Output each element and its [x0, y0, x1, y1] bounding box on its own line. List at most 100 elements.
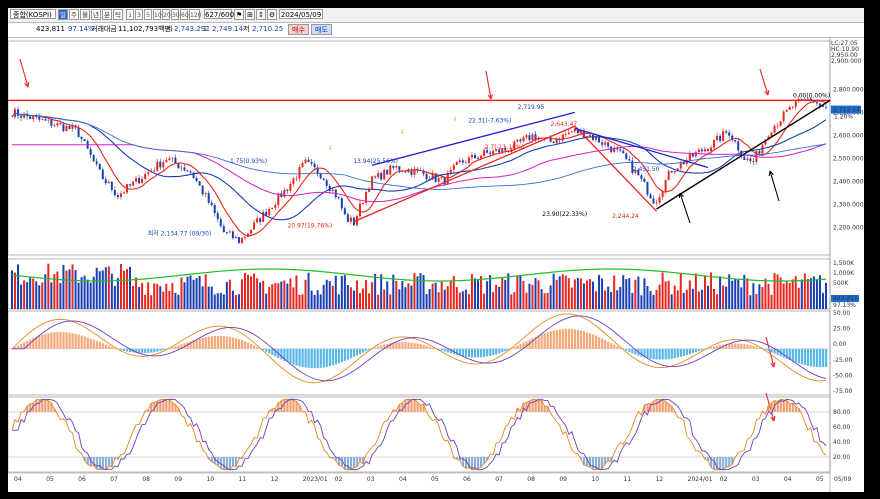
period-tab-4[interactable]: 분: [102, 9, 112, 20]
candle-body: [322, 178, 325, 181]
macd-hist: [286, 348, 289, 363]
candle-body: [310, 161, 313, 164]
macd-hist: [588, 333, 592, 349]
count-input[interactable]: 627/600: [204, 9, 234, 19]
volume-bar: [129, 266, 132, 309]
stoch-fill: [652, 401, 655, 412]
buy-button[interactable]: 매수: [288, 24, 309, 35]
macd-hist: [295, 348, 298, 366]
amount-label: 거래대금: [91, 25, 117, 33]
volume-bar: [740, 287, 743, 309]
volume-bar: [301, 294, 304, 309]
interval-button-10[interactable]: 10: [153, 9, 162, 20]
candle-body: [177, 163, 180, 169]
candle-body: [29, 116, 32, 120]
candle-body: [210, 202, 213, 206]
x-tick-3: 07: [110, 476, 118, 483]
stoch-fill: [788, 404, 791, 412]
x-tick-23: 03: [752, 476, 760, 483]
period-tab-3[interactable]: 년: [91, 9, 101, 20]
candle-body: [643, 178, 646, 182]
period-tab-2[interactable]: 월: [80, 9, 90, 20]
volume-bar: [628, 278, 631, 309]
volume-bar: [331, 285, 334, 309]
volume-bar: [764, 278, 767, 309]
candle-body: [225, 232, 228, 233]
interval-button-5[interactable]: 5: [144, 9, 152, 20]
interval-button-1[interactable]: 1: [126, 9, 134, 20]
macd-hist: [107, 345, 111, 349]
candle-body: [552, 141, 555, 144]
volume-bar: [59, 283, 62, 309]
period-tab-5[interactable]: 틱: [113, 9, 123, 20]
volume-bar: [483, 293, 486, 309]
volume-bar: [346, 285, 349, 309]
macd-hist: [797, 348, 800, 364]
volume-bar: [522, 280, 525, 309]
amount-value: 11,102,793백만: [118, 25, 171, 33]
macd-hist: [812, 348, 816, 367]
candle-body: [59, 123, 62, 125]
volume-bar: [213, 294, 216, 309]
period-tab-0[interactable]: 일: [58, 9, 68, 20]
volume-bar: [582, 283, 585, 309]
candle-body: [607, 142, 610, 147]
volume-bar: [50, 282, 53, 309]
date-input[interactable]: 2024/05/09: [279, 9, 323, 19]
interval-button-30[interactable]: 30: [171, 9, 180, 20]
volume-bar: [694, 273, 697, 309]
macd-hist: [292, 348, 295, 365]
macd-hist: [340, 348, 344, 363]
interval-button-60[interactable]: 60: [180, 9, 189, 20]
stoch-fill: [413, 399, 416, 412]
volume-bar: [716, 294, 719, 309]
volume-bar: [410, 285, 413, 309]
settings-icon[interactable]: ⚙: [267, 9, 277, 20]
buy-arrow-icon: ⇩: [400, 129, 405, 136]
volume-bar: [785, 281, 788, 309]
volume-bar: [95, 267, 98, 309]
symbol-input[interactable]: 종합(KOSPI): [10, 9, 56, 19]
macd-hist: [228, 336, 232, 349]
stoch-fill: [349, 457, 353, 470]
candle-body: [65, 126, 68, 131]
interval-button-3[interactable]: 3: [135, 9, 143, 20]
macd-hist: [691, 348, 695, 354]
candle-body: [77, 127, 80, 137]
candle-body: [449, 169, 452, 173]
macd-hist: [640, 348, 643, 357]
volume-bar: [125, 269, 128, 309]
sell-button[interactable]: 매도: [311, 24, 332, 35]
candle-body: [116, 195, 119, 197]
macd-hist: [613, 344, 616, 349]
candle-body: [50, 119, 53, 126]
macd-hist: [207, 336, 210, 349]
chart-type-icon[interactable]: ⚑: [234, 9, 244, 20]
stoch-fill: [725, 457, 728, 468]
volume-bar: [467, 294, 470, 309]
ann-5: 22.31(-7.63%): [468, 118, 511, 125]
candle-body: [213, 205, 216, 214]
macd-hist: [244, 341, 247, 349]
volume-bar: [74, 270, 77, 309]
volume-bar: [256, 278, 259, 309]
volume-bar: [147, 282, 150, 309]
macd-hist: [655, 348, 658, 360]
macd-hist: [794, 348, 797, 363]
macd-hist: [395, 342, 398, 349]
candle-body: [340, 198, 343, 209]
interval-button-120[interactable]: 120: [189, 9, 201, 20]
candle-body: [98, 163, 101, 170]
interval-button-20[interactable]: 20: [162, 9, 171, 20]
candle-body: [737, 141, 740, 151]
volume-bar: [725, 286, 728, 309]
arrow-up-icon[interactable]: ↕: [256, 9, 266, 20]
period-tab-1[interactable]: 주: [69, 9, 79, 20]
volume-bar: [797, 287, 800, 309]
candle-body: [522, 137, 525, 142]
period-icon[interactable]: ⊞: [245, 9, 255, 20]
volume-bar: [607, 286, 610, 309]
buy-arrow-icon: ⇩: [328, 145, 333, 152]
chart-area[interactable]: 2,800.0002,700.0002,600.0002,500.0002,40…: [8, 37, 864, 492]
volume-bar: [649, 291, 652, 309]
